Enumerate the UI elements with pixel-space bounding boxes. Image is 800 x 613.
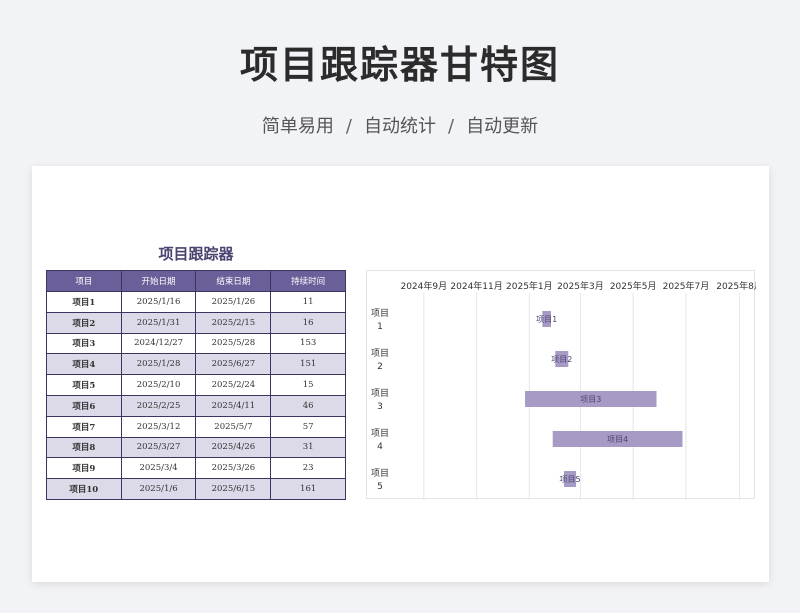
cell-project-name[interactable]: 项目7: [46, 415, 122, 438]
gantt-bar-label: 项目3: [580, 395, 601, 404]
table-row: 项目9 2025/3/4 2025/3/26 23: [46, 457, 346, 480]
subtitle-separator: /: [448, 116, 455, 137]
cell-duration[interactable]: 151: [270, 353, 346, 376]
cell-end-date[interactable]: 2025/6/15: [195, 478, 272, 500]
page-title: 项目跟踪器甘特图: [239, 43, 560, 87]
gantt-x-tick-label: 2025年8月: [716, 280, 756, 292]
project-tracker-table: 项目 开始日期 结束日期 持续时间 项目1 2025/1/16 2025/1/2…: [46, 270, 346, 500]
gantt-category-label: 项目: [371, 468, 389, 479]
gantt-category-label: 项目: [371, 428, 389, 439]
cell-start-date[interactable]: 2025/2/25: [120, 394, 197, 417]
page-subtitle: 简单易用 / 自动统计 / 自动更新: [0, 112, 800, 138]
cell-duration[interactable]: 31: [270, 436, 346, 459]
gantt-bar-label: 项目2: [551, 355, 572, 364]
cell-project-name[interactable]: 项目4: [46, 353, 122, 376]
gantt-x-tick-label: 2024年11月: [450, 280, 502, 292]
column-header-start-date[interactable]: 开始日期: [120, 270, 197, 292]
column-header-project[interactable]: 项目: [46, 270, 122, 292]
cell-project-name[interactable]: 项目2: [46, 311, 122, 334]
cell-duration[interactable]: 57: [270, 415, 346, 438]
gantt-category-label: 2: [377, 362, 383, 372]
cell-project-name[interactable]: 项目8: [46, 436, 122, 459]
cell-end-date[interactable]: 2025/3/26: [195, 457, 272, 480]
cell-duration[interactable]: 16: [270, 311, 346, 334]
cell-end-date[interactable]: 2025/5/28: [195, 332, 272, 355]
cell-project-name[interactable]: 项目5: [46, 374, 122, 396]
gantt-chart-svg: 2024年9月 2024年11月 2025年1月 2025年3月 2025年5月 2025…: [371, 280, 756, 500]
cell-duration[interactable]: 46: [270, 394, 346, 417]
cell-start-date[interactable]: 2025/1/28: [120, 353, 197, 376]
table-row: 项目5 2025/2/10 2025/2/24 15: [46, 374, 346, 396]
cell-end-date[interactable]: 2025/4/11: [195, 394, 272, 417]
subtitle-part-1: 简单易用: [261, 116, 334, 137]
cell-end-date[interactable]: 2025/2/24: [195, 374, 272, 396]
cell-start-date[interactable]: 2025/3/12: [120, 415, 197, 438]
cell-start-date[interactable]: 2024/12/27: [120, 332, 197, 355]
cell-start-date[interactable]: 2025/3/27: [120, 436, 197, 459]
cell-project-name[interactable]: 项目9: [46, 457, 122, 480]
gantt-category-label: 1: [377, 322, 383, 332]
gantt-category-label: 项目: [371, 348, 389, 359]
cell-duration[interactable]: 153: [270, 332, 346, 355]
cell-duration[interactable]: 15: [270, 374, 346, 396]
gantt-bar-label: 项目1: [536, 315, 557, 324]
cell-start-date[interactable]: 2025/1/6: [120, 478, 197, 500]
cell-start-date[interactable]: 2025/1/31: [120, 311, 197, 334]
cell-end-date[interactable]: 2025/4/26: [195, 436, 272, 459]
gantt-bar-label: 项目5: [559, 475, 580, 484]
cell-duration[interactable]: 161: [270, 478, 346, 500]
cell-start-date[interactable]: 2025/3/4: [120, 457, 197, 480]
gantt-x-tick-label: 2024年9月: [400, 280, 447, 292]
gantt-x-tick-label: 2025年7月: [663, 280, 710, 292]
gantt-category-label: 5: [377, 482, 383, 492]
gantt-chart[interactable]: 2024年9月 2024年11月 2025年1月 2025年3月 2025年5月 2025…: [366, 270, 756, 500]
subtitle-part-3: 自动更新: [466, 116, 539, 137]
cell-end-date[interactable]: 2025/2/15: [195, 311, 272, 334]
table-row: 项目8 2025/3/27 2025/4/26 31: [46, 436, 346, 459]
gantt-bar-label: 项目4: [607, 435, 628, 444]
table-header-row: 项目 开始日期 结束日期 持续时间: [46, 270, 346, 292]
gantt-category-label: 项目: [371, 388, 389, 399]
subtitle-separator: /: [345, 116, 352, 137]
table-row: 项目10 2025/1/6 2025/6/15 161: [46, 478, 346, 500]
table-row: 项目3 2024/12/27 2025/5/28 153: [46, 332, 346, 355]
gantt-category-label: 3: [377, 402, 383, 412]
table-row: 项目6 2025/2/25 2025/4/11 46: [46, 394, 346, 417]
cell-project-name[interactable]: 项目3: [46, 332, 122, 355]
gantt-x-tick-label: 2025年3月: [557, 280, 604, 292]
cell-start-date[interactable]: 2025/1/16: [120, 291, 197, 313]
table-row: 项目1 2025/1/16 2025/1/26 11: [46, 291, 346, 313]
cell-start-date[interactable]: 2025/2/10: [120, 374, 197, 396]
cell-duration[interactable]: 11: [270, 291, 346, 313]
table-row: 项目7 2025/3/12 2025/5/7 57: [46, 415, 346, 438]
cell-end-date[interactable]: 2025/6/27: [195, 353, 272, 376]
table-row: 项目4 2025/1/28 2025/6/27 151: [46, 353, 346, 376]
cell-end-date[interactable]: 2025/5/7: [195, 415, 272, 438]
gantt-x-tick-label: 2025年5月: [610, 280, 657, 292]
gantt-category-label: 4: [377, 442, 383, 452]
table-title: 项目跟踪器: [158, 245, 234, 263]
column-header-duration[interactable]: 持续时间: [270, 270, 346, 292]
cell-duration[interactable]: 23: [270, 457, 346, 480]
table-row: 项目2 2025/1/31 2025/2/15 16: [46, 311, 346, 334]
cell-project-name[interactable]: 项目6: [46, 394, 122, 417]
cell-project-name[interactable]: 项目10: [46, 478, 122, 500]
column-header-end-date[interactable]: 结束日期: [195, 270, 272, 292]
gantt-category-label: 项目: [371, 308, 389, 319]
cell-project-name[interactable]: 项目1: [46, 291, 122, 313]
gantt-x-tick-label: 2025年1月: [506, 280, 553, 292]
subtitle-part-2: 自动统计: [364, 116, 436, 137]
cell-end-date[interactable]: 2025/1/26: [195, 291, 272, 313]
